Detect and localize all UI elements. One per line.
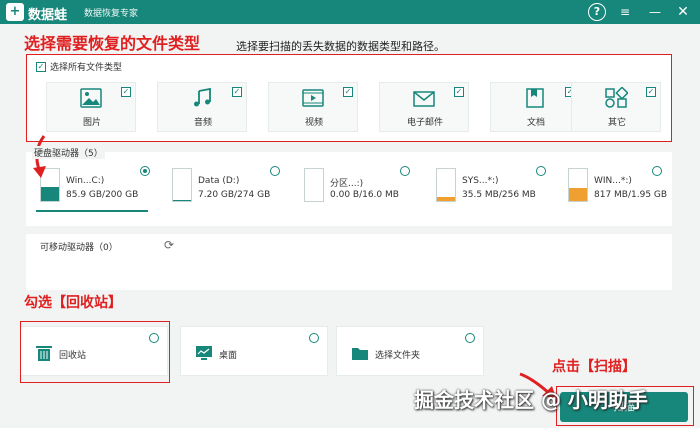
annotation-box-types	[26, 54, 672, 142]
location-label: 桌面	[219, 351, 238, 361]
drive-radio[interactable]	[536, 166, 546, 176]
annotation-recycle: 勾选【回收站】	[24, 295, 122, 311]
location-radio[interactable]	[465, 333, 475, 343]
drive-name: WIN...*:)	[594, 176, 632, 186]
drive-size: 0.00 B/16.0 MB	[330, 190, 399, 200]
drive-name: 分区...:)	[330, 179, 364, 189]
drive-radio[interactable]	[270, 166, 280, 176]
desktop-icon	[196, 346, 212, 360]
drive-radio[interactable]	[400, 166, 410, 176]
location-label: 选择文件夹	[375, 351, 421, 361]
annotation-select-types: 选择需要恢复的文件类型	[24, 34, 201, 53]
title-bar: + 数据蛙 数据恢复专家 ? ≡ — ✕	[0, 0, 700, 24]
location-radio[interactable]	[309, 333, 319, 343]
refresh-icon[interactable]: ⟳	[164, 238, 174, 252]
app-logo-icon: +	[6, 3, 24, 21]
app-subtitle: 数据恢复专家	[84, 9, 139, 19]
drive-radio[interactable]	[140, 166, 150, 176]
annotation-box-recycle	[20, 321, 170, 383]
drive-icon	[436, 168, 456, 202]
drive-item[interactable]: Data (D:) 7.20 GB/274 GB	[166, 162, 284, 208]
drive-name: Data (D:)	[198, 176, 240, 186]
drive-size: 85.9 GB/200 GB	[66, 190, 139, 200]
drive-usage-bar	[569, 187, 587, 201]
drive-usage-bar	[173, 200, 191, 201]
watermark: 掘金技术社区 @ 小明助手	[414, 388, 648, 412]
drive-item[interactable]: SYS...*:) 35.5 MB/256 MB	[430, 162, 548, 208]
hard-drive-label: 硬盘驱动器（5）	[32, 146, 105, 159]
folder-icon	[352, 348, 368, 360]
removable-drive-panel: 可移动驱动器（0） ⟳	[26, 234, 672, 290]
help-icon[interactable]: ?	[588, 3, 606, 21]
drive-radio[interactable]	[652, 166, 662, 176]
location-desktop[interactable]: 桌面	[180, 326, 328, 376]
app-name: 数据蛙	[28, 8, 68, 23]
menu-icon[interactable]: ≡	[616, 3, 634, 21]
drive-item[interactable]: WIN...*:) 817 MB/1.95 GB	[562, 162, 680, 208]
removable-drive-label: 可移动驱动器（0）	[40, 243, 118, 253]
drive-size: 7.20 GB/274 GB	[198, 190, 271, 200]
drive-icon	[172, 168, 192, 202]
annotation-scan: 点击【扫描】	[552, 359, 636, 375]
drive-usage-bar	[437, 196, 455, 201]
drive-size: 35.5 MB/256 MB	[462, 190, 536, 200]
hard-drive-panel: Win...C:) 85.9 GB/200 GB Data (D:) 7.20 …	[26, 152, 672, 226]
drive-size: 817 MB/1.95 GB	[594, 190, 668, 200]
drive-name: SYS...*:)	[462, 176, 499, 186]
drive-name: Win...C:)	[66, 176, 105, 186]
minimize-icon[interactable]: —	[646, 3, 664, 21]
drive-item[interactable]: 分区...:) 0.00 B/16.0 MB	[298, 162, 416, 208]
drive-icon	[568, 168, 588, 202]
drive-selected-underline	[36, 210, 148, 212]
close-icon[interactable]: ✕	[674, 3, 692, 21]
location-choose-folder[interactable]: 选择文件夹	[336, 326, 484, 376]
instruction-text: 选择要扫描的丢失数据的数据类型和路径。	[236, 40, 445, 53]
drive-usage-bar	[41, 187, 59, 201]
drive-icon	[304, 168, 324, 202]
